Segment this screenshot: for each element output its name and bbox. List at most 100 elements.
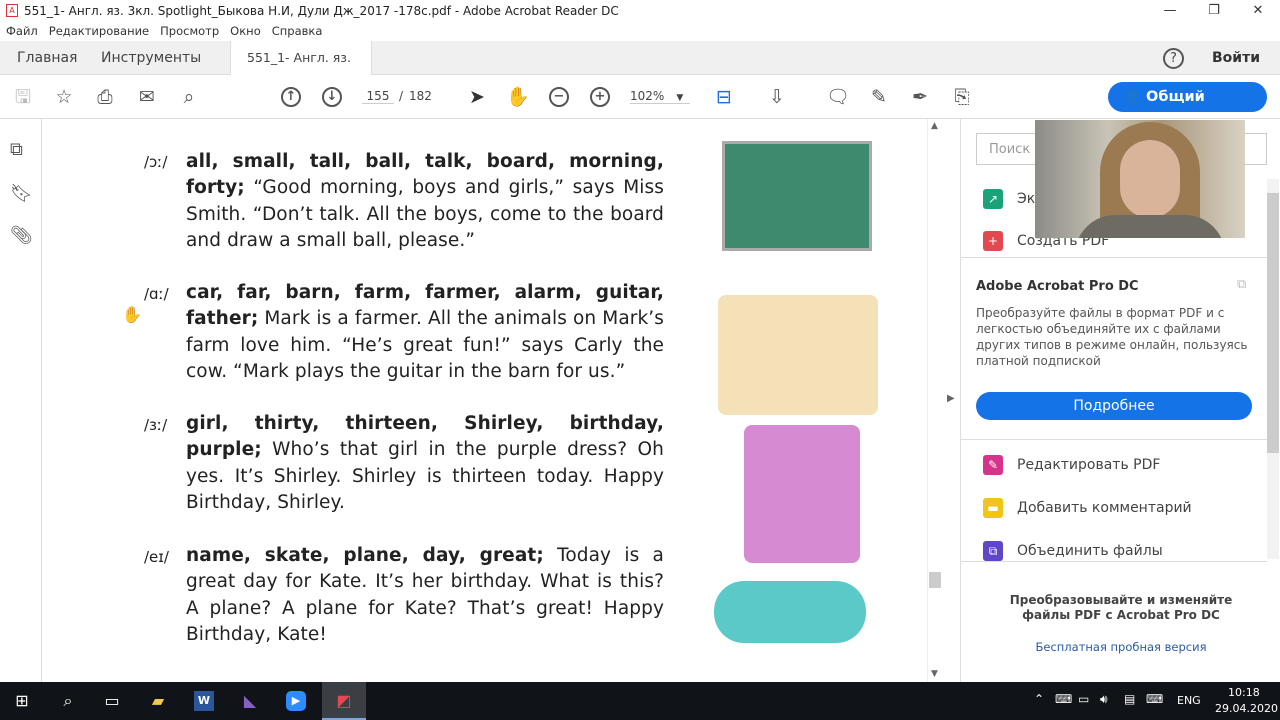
paragraph-text: “Good morning, boys and girls,” says Mis… bbox=[186, 177, 665, 251]
title-bar: A 551_1- Англ. яз. 3кл. Spotlight_Быкова… bbox=[0, 0, 1280, 21]
taskbar: ⊞ ⌕ ▭ ▰ W ◣ ▶ ◩ ⌃ ⌨︎ ▭ 🔊︎ ▤ ⌨ ENG 10:18 … bbox=[0, 682, 1280, 720]
edit-pdf-label: Редактировать PDF bbox=[1017, 457, 1161, 473]
paragraph-text: Mark is a farmer. All the animals on Mar… bbox=[186, 308, 665, 382]
language-indicator[interactable]: ENG bbox=[1177, 694, 1201, 707]
scroll-up-icon[interactable]: ▲ bbox=[931, 121, 938, 131]
illustration-plane bbox=[714, 581, 866, 643]
create-pdf-icon: + bbox=[983, 231, 1003, 251]
combine-files-label: Объединить файлы bbox=[1017, 543, 1163, 559]
menu-view[interactable]: Просмотр bbox=[160, 24, 219, 38]
phoneme-label: /eɪ/ bbox=[144, 548, 169, 566]
windows-start-icon[interactable]: ⊞ bbox=[12, 691, 32, 711]
menu-bar: Файл Редактирование Просмотр Окно Справк… bbox=[0, 21, 1280, 41]
monitor-icon[interactable]: ▭ bbox=[1078, 692, 1089, 706]
menu-file[interactable]: Файл bbox=[6, 24, 38, 38]
tab-home[interactable]: Главная bbox=[17, 41, 77, 75]
phoneme-label: /ɜː/ bbox=[144, 416, 168, 434]
fit-page-icon[interactable]: ⊟ bbox=[712, 85, 736, 109]
page-number-input[interactable]: 155 bbox=[362, 89, 394, 104]
highlight-icon[interactable]: ✎ bbox=[867, 85, 891, 109]
scroll-thumb[interactable] bbox=[1267, 193, 1279, 453]
help-icon[interactable]: ? bbox=[1163, 48, 1184, 69]
footer-title: Преобразовывайте и изменяйте файлы PDF с… bbox=[1009, 593, 1233, 622]
combine-files-item[interactable]: ⧉ Объединить файлы bbox=[983, 541, 1163, 561]
pages-icon[interactable]: ⧉ bbox=[10, 139, 23, 160]
attachment-icon[interactable]: 📎︎ bbox=[10, 225, 33, 246]
add-comment-item[interactable]: ▬ Добавить комментарий bbox=[983, 498, 1192, 518]
phoneme-label: /ɑː/ bbox=[144, 285, 169, 303]
page-separator: / bbox=[399, 89, 404, 103]
tab-bar: Главная Инструменты 551_1- Англ. яз. 3к.… bbox=[0, 41, 1280, 99]
tab-document[interactable]: 551_1- Англ. яз. 3к... × bbox=[230, 41, 372, 99]
vertical-scrollbar[interactable]: ▲ ▼ bbox=[927, 119, 943, 682]
combine-files-icon: ⧉ bbox=[983, 541, 1003, 561]
window-title: 551_1- Англ. яз. 3кл. Spotlight_Быкова Н… bbox=[24, 3, 619, 18]
promo-body: Преобразуйте файлы в формат PDF и с легк… bbox=[976, 306, 1248, 368]
divider bbox=[961, 439, 1267, 440]
search-icon[interactable]: ⌕ bbox=[58, 691, 78, 711]
expand-right-panel-icon[interactable]: ▶ bbox=[947, 393, 955, 404]
toolbar: 🖫 ☆ ⎙ ✉ ⌕ ↑ ↓ 155 / 182 ➤ ✋ − + 102% ▼ ⊟ … bbox=[0, 75, 1280, 135]
hand-tool-icon[interactable]: ✋ bbox=[506, 85, 530, 109]
document-view[interactable]: /ɔː/ all, small, tall, ball, talk, board… bbox=[42, 119, 945, 682]
zoom-select[interactable]: 102% ▼ bbox=[630, 89, 690, 104]
star-icon[interactable]: ☆ bbox=[52, 85, 76, 109]
signin-button[interactable]: Войти bbox=[1212, 41, 1260, 75]
phonetic-paragraph: girl, thirty, thirteen, Shirley, birthda… bbox=[186, 411, 664, 516]
phonetic-paragraph: car, far, barn, farm, farmer, alarm, gui… bbox=[186, 280, 664, 385]
divider bbox=[961, 257, 1267, 258]
scroll-mode-icon[interactable]: ⇩ bbox=[765, 85, 789, 109]
volume-icon[interactable]: 🔊︎ bbox=[1100, 692, 1108, 707]
save-icon[interactable]: 🖫 bbox=[11, 85, 35, 109]
phonetic-paragraph: name, skate, plane, day, great; Today is… bbox=[186, 543, 664, 648]
edit-pdf-item[interactable]: ✎ Редактировать PDF bbox=[983, 455, 1160, 475]
prev-page-icon[interactable]: ↑ bbox=[281, 87, 301, 107]
search-placeholder: Поиск " bbox=[989, 142, 1041, 157]
notifications-icon[interactable]: ▤ bbox=[1124, 692, 1135, 706]
scroll-thumb[interactable] bbox=[929, 572, 941, 588]
right-panel-scrollbar[interactable] bbox=[1267, 179, 1279, 559]
learn-more-button[interactable]: Подробнее bbox=[976, 392, 1252, 420]
bookmark-icon[interactable]: 🔖︎ bbox=[10, 183, 33, 204]
add-comment-label: Добавить комментарий bbox=[1017, 500, 1192, 516]
word-icon[interactable]: W bbox=[194, 691, 214, 711]
free-trial-link[interactable]: Бесплатная пробная версия bbox=[986, 640, 1256, 654]
promo-dismiss-icon[interactable]: ⧉ bbox=[1237, 277, 1246, 292]
clock-time[interactable]: 10:18 bbox=[1228, 686, 1260, 699]
edit-pdf-icon: ✎ bbox=[983, 455, 1003, 475]
menu-window[interactable]: Окно bbox=[230, 24, 261, 38]
fill-sign-icon[interactable]: ⎘ bbox=[950, 85, 974, 109]
next-page-icon[interactable]: ↓ bbox=[322, 87, 342, 107]
email-icon[interactable]: ✉ bbox=[135, 85, 159, 109]
scroll-down-icon[interactable]: ▼ bbox=[931, 669, 938, 679]
illustration-boys-board bbox=[722, 141, 872, 251]
clock-date[interactable]: 29.04.2020 bbox=[1215, 702, 1278, 715]
comment-icon[interactable]: 🗨 bbox=[826, 85, 850, 109]
close-button[interactable]: ✕ bbox=[1236, 0, 1280, 21]
menu-edit[interactable]: Редактирование bbox=[49, 24, 149, 38]
tray-chevron-icon[interactable]: ⌃ bbox=[1034, 692, 1044, 706]
restore-button[interactable]: ❐ bbox=[1192, 0, 1236, 21]
print-icon[interactable]: ⎙ bbox=[93, 85, 117, 109]
menu-help[interactable]: Справка bbox=[272, 24, 323, 38]
webcam-overlay bbox=[1035, 120, 1245, 238]
zoom-app-icon[interactable]: ▶ bbox=[286, 691, 306, 711]
zoom-value: 102% bbox=[630, 89, 665, 103]
sign-icon[interactable]: ✒ bbox=[908, 85, 932, 109]
acrobat-taskbar-icon[interactable]: ◩ bbox=[322, 682, 366, 720]
visual-studio-icon[interactable]: ◣ bbox=[240, 691, 260, 711]
share-button[interactable]: 👤 Общий доступ bbox=[1108, 82, 1267, 135]
keyboard-icon[interactable]: ⌨ bbox=[1146, 692, 1163, 706]
export-pdf-icon: ↗ bbox=[983, 189, 1003, 209]
task-view-icon[interactable]: ▭ bbox=[102, 691, 122, 711]
search-icon[interactable]: ⌕ bbox=[177, 85, 201, 109]
select-cursor-icon[interactable]: ➤ bbox=[465, 85, 489, 109]
file-explorer-icon[interactable]: ▰ bbox=[148, 691, 168, 711]
tab-tools[interactable]: Инструменты bbox=[101, 41, 201, 75]
minimize-button[interactable]: — bbox=[1148, 0, 1192, 21]
zoom-out-icon[interactable]: − bbox=[549, 87, 569, 107]
promo-title: Adobe Acrobat Pro DC bbox=[976, 279, 1139, 294]
network-icon[interactable]: ⌨︎ bbox=[1055, 692, 1072, 706]
phonetic-paragraph: all, small, tall, ball, talk, board, mor… bbox=[186, 149, 664, 254]
zoom-in-icon[interactable]: + bbox=[590, 87, 610, 107]
